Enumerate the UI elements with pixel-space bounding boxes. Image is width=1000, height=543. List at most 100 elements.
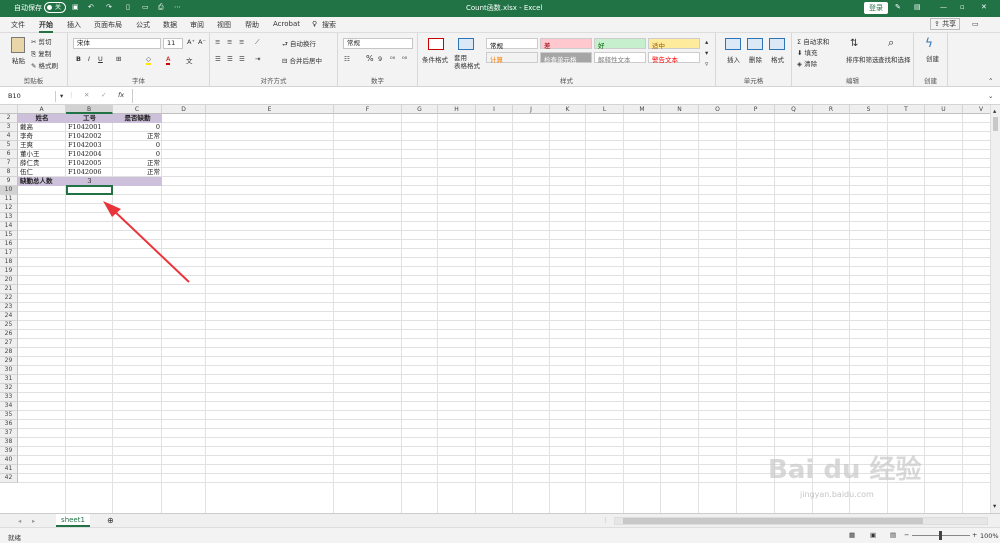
font-color-icon[interactable]: A: [166, 55, 171, 65]
menu-item-data[interactable]: 数据: [163, 20, 177, 30]
style-1-button[interactable]: 差: [540, 38, 592, 50]
currency-icon[interactable]: ☷: [344, 55, 350, 63]
percent-icon[interactable]: %: [366, 54, 374, 63]
create-button[interactable]: 创建: [926, 53, 939, 63]
login-button[interactable]: 登录: [864, 2, 888, 14]
print-icon[interactable]: ⎙: [158, 3, 164, 12]
delete-cells-icon[interactable]: [747, 38, 763, 50]
format-cells-button[interactable]: 格式: [771, 54, 784, 64]
style-2-button[interactable]: 好: [594, 38, 646, 50]
number-format-select[interactable]: 常规: [343, 38, 413, 49]
page-break-view-icon[interactable]: ▤: [890, 531, 896, 539]
font-name-select[interactable]: 宋体: [73, 38, 161, 49]
italic-button[interactable]: I: [88, 55, 90, 63]
paste-button[interactable]: 粘贴: [12, 55, 25, 65]
enter-icon[interactable]: ✓: [101, 91, 106, 99]
tab-sheet1[interactable]: sheet1: [56, 514, 90, 527]
tab-scroll-left-icon[interactable]: ◂: [18, 517, 21, 525]
style-3-button[interactable]: 适中: [648, 38, 700, 50]
menu-item-page-layout[interactable]: 页面布局: [94, 20, 122, 30]
quick-access-icon[interactable]: ⋯: [174, 3, 181, 11]
horizontal-scroll-thumb[interactable]: [623, 518, 923, 524]
style-0-button[interactable]: 常规: [486, 38, 538, 50]
pen-icon[interactable]: ✎: [895, 3, 901, 11]
paste-icon[interactable]: [11, 37, 25, 53]
grow-font-icon[interactable]: A⁺: [187, 38, 195, 46]
create-icon[interactable]: ϟ: [925, 36, 933, 50]
insert-cells-button[interactable]: 插入: [727, 54, 740, 64]
align-right-icon[interactable]: ☰: [239, 55, 245, 63]
border-icon[interactable]: ⊞: [116, 55, 121, 63]
delete-cells-button[interactable]: 删除: [749, 54, 762, 64]
scroll-down-icon[interactable]: ▾: [993, 502, 996, 510]
save-icon[interactable]: ▣: [72, 3, 79, 11]
align-center-icon[interactable]: ☰: [227, 55, 233, 63]
styles-scroll-down-icon[interactable]: ▾: [705, 49, 708, 57]
conditional-format-button[interactable]: 条件格式: [422, 54, 448, 64]
clear-button[interactable]: ◈ 清除: [797, 58, 817, 68]
open-file-icon[interactable]: ▭: [142, 3, 149, 11]
style-5-button[interactable]: 检查单元格: [540, 52, 592, 64]
menu-item-acrobat[interactable]: Acrobat: [273, 20, 300, 28]
indent-icon[interactable]: ⇥: [255, 55, 260, 63]
close-icon[interactable]: ✕: [981, 3, 987, 11]
style-6-button[interactable]: 解释性文本: [594, 52, 646, 64]
phonetic-icon[interactable]: 文: [186, 55, 193, 65]
menu-item-formulas[interactable]: 公式: [136, 20, 150, 30]
align-middle-icon[interactable]: ≡: [227, 38, 232, 46]
expand-formula-icon[interactable]: ⌄: [988, 92, 993, 100]
copy-button[interactable]: ⎘ 复制: [31, 48, 51, 59]
cut-button[interactable]: ✂ 剪切: [31, 36, 52, 46]
cancel-icon[interactable]: ✕: [84, 91, 89, 99]
shrink-font-icon[interactable]: A⁻: [198, 38, 206, 46]
underline-button[interactable]: U: [98, 55, 103, 63]
autosave-toggle[interactable]: 关: [44, 2, 66, 13]
sort-filter-icon[interactable]: ⇅: [850, 38, 858, 49]
styles-more-icon[interactable]: ▿: [705, 60, 708, 68]
tab-scroll-right-icon[interactable]: ▸: [32, 517, 35, 525]
fill-color-icon[interactable]: ◇: [146, 55, 151, 65]
font-size-select[interactable]: 11: [163, 38, 183, 49]
format-as-table-button[interactable]: 套用 表格格式: [454, 54, 480, 70]
menu-item-file[interactable]: 文件: [11, 20, 25, 30]
menu-item-home[interactable]: 开始: [39, 20, 53, 33]
formula-options-icon[interactable]: ⋮: [68, 91, 75, 99]
orientation-icon[interactable]: ⟋: [255, 38, 260, 47]
add-sheet-icon[interactable]: ⊕: [107, 516, 114, 525]
ribbon-display-icon[interactable]: ▤: [914, 3, 921, 11]
align-bottom-icon[interactable]: ≡: [239, 38, 244, 46]
insert-function-button[interactable]: fx: [118, 91, 124, 99]
menu-item-review[interactable]: 审阅: [190, 20, 204, 30]
menu-item-help[interactable]: 帮助: [245, 20, 259, 30]
find-select-button[interactable]: 查找和选择: [878, 54, 911, 64]
styles-scroll-up-icon[interactable]: ▴: [705, 38, 708, 46]
align-top-icon[interactable]: ≡: [215, 38, 220, 46]
scroll-up-icon[interactable]: ▴: [993, 107, 996, 115]
wrap-text-button[interactable]: ⮐ 自动换行: [282, 38, 316, 51]
autosum-button[interactable]: Σ 自动求和: [797, 36, 829, 46]
vertical-scroll-thumb[interactable]: [993, 117, 998, 131]
zoom-level[interactable]: 100%: [980, 532, 999, 540]
collapse-ribbon-icon[interactable]: ⌃: [988, 77, 993, 85]
conditional-format-icon[interactable]: [428, 38, 444, 50]
undo-icon[interactable]: ↶: [88, 3, 94, 11]
menu-item-insert[interactable]: 插入: [67, 20, 81, 30]
menu-search[interactable]: 搜索: [322, 20, 336, 30]
comment-icon[interactable]: ▭: [972, 20, 979, 28]
redo-icon[interactable]: ↷: [106, 3, 112, 11]
comma-icon[interactable]: 9: [378, 55, 382, 63]
merge-center-button[interactable]: ⊟ 合并后居中: [282, 55, 322, 65]
sheet-grid[interactable]: ABCDEFGHIJKLMNOPQRSTUV 2 3 4 5 6 7 8 9 10 11 12 13 1…: [0, 105, 990, 513]
name-box-dropdown-icon[interactable]: ▾: [60, 92, 63, 100]
zoom-in-icon[interactable]: +: [972, 531, 977, 539]
insert-cells-icon[interactable]: [725, 38, 741, 50]
new-file-icon[interactable]: ▯: [126, 3, 130, 11]
zoom-out-icon[interactable]: −: [904, 531, 909, 539]
style-7-button[interactable]: 警告文本: [648, 52, 700, 64]
align-left-icon[interactable]: ☰: [215, 55, 221, 63]
tab-split-icon[interactable]: ⋮: [602, 516, 609, 524]
minimize-icon[interactable]: —: [940, 3, 947, 11]
format-as-table-icon[interactable]: [458, 38, 474, 50]
page-layout-view-icon[interactable]: ▣: [870, 531, 876, 539]
share-button[interactable]: ⇪ 共享: [930, 18, 961, 30]
